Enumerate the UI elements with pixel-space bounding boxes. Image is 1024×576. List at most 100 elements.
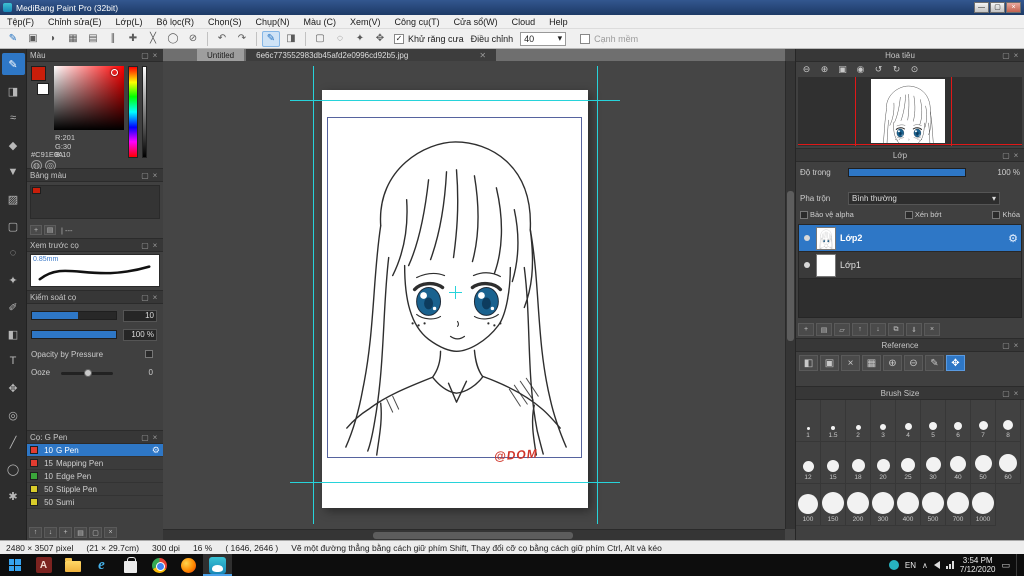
brush-row-1[interactable]: 15 Mapping Pen <box>27 457 163 470</box>
soft-edge-checkbox[interactable] <box>580 33 591 44</box>
palette-swatch[interactable] <box>32 187 41 194</box>
layer-add-icon[interactable]: + <box>798 323 814 336</box>
layer-folder-icon[interactable]: ▱ <box>834 323 850 336</box>
rotate-right-icon[interactable]: ↻ <box>888 63 905 75</box>
layer-option-checkbox[interactable] <box>800 210 808 219</box>
eyedropper-tool[interactable]: ◎ <box>2 404 25 426</box>
menu-item-7[interactable]: Xem(V) <box>343 15 388 28</box>
horizontal-scrollbar-thumb[interactable] <box>373 532 573 539</box>
snap-circle-icon[interactable]: ◯ <box>164 31 182 47</box>
zoom-out-icon[interactable]: ⊖ <box>798 63 815 75</box>
panel-close-icon[interactable]: × <box>150 241 160 250</box>
lasso-tool[interactable]: ◌ <box>2 242 25 264</box>
operation-tool[interactable]: ✥ <box>2 377 25 399</box>
ref-zoom-in-icon[interactable]: ⊕ <box>883 355 902 371</box>
menu-item-5[interactable]: Chụp(N) <box>249 15 297 28</box>
magic-wand-icon[interactable]: ✦ <box>351 31 369 47</box>
brush-size-cell[interactable]: 7 <box>971 400 996 442</box>
eraser-tool[interactable]: ◨ <box>2 80 25 102</box>
pen-mode-icon[interactable]: ✎ <box>4 31 22 47</box>
brush-size-cell[interactable]: 50 <box>971 442 996 484</box>
palette-menu-icon[interactable]: ▤ <box>44 225 56 235</box>
menu-item-1[interactable]: Chỉnh sửa(E) <box>41 15 109 28</box>
material-icon[interactable]: ▤ <box>84 31 102 47</box>
zoom-fit-icon[interactable]: ▣ <box>834 63 851 75</box>
divide-tool[interactable]: ╱ <box>2 431 25 453</box>
panel-close-icon[interactable]: × <box>150 51 160 60</box>
snap-vanish-icon[interactable]: ╳ <box>144 31 162 47</box>
hue-slider[interactable] <box>128 66 138 158</box>
titlebar[interactable]: MediBang Paint Pro (32bit) — ▢ × <box>0 0 1024 15</box>
brush-add-icon[interactable]: + <box>59 527 72 538</box>
fill-tool[interactable]: ◆ <box>2 134 25 156</box>
brush-size-cell[interactable]: 60 <box>996 442 1021 484</box>
panel-dock-icon[interactable]: ▢ <box>1001 51 1011 60</box>
brush-size-cell[interactable]: 25 <box>896 442 921 484</box>
action-center-icon[interactable]: ▭ <box>1001 560 1010 571</box>
brush-opacity-slider[interactable] <box>31 330 117 339</box>
value-slider[interactable] <box>142 66 147 158</box>
layer-down-icon[interactable]: ↓ <box>870 323 886 336</box>
maximize-button[interactable]: ▢ <box>990 2 1005 13</box>
horizontal-scrollbar[interactable] <box>163 529 785 540</box>
brush-size-cell[interactable]: 40 <box>946 442 971 484</box>
rotate-left-icon[interactable]: ↺ <box>870 63 887 75</box>
panel-dock-icon[interactable]: ▢ <box>1001 389 1011 398</box>
brush-row-4[interactable]: 50 Sumi <box>27 496 163 509</box>
brush-size-cell[interactable]: 6 <box>946 400 971 442</box>
menu-item-0[interactable]: Tệp(F) <box>0 15 41 28</box>
layer-duplicate-icon[interactable]: ⧉ <box>888 323 904 336</box>
brush-menu-icon[interactable]: ▤ <box>74 527 87 538</box>
text-tool[interactable]: T <box>2 350 25 372</box>
blend-mode-select[interactable]: Bình thường ▾ <box>848 192 1000 205</box>
brush-row-3[interactable]: 50 Stipple Pen <box>27 483 163 496</box>
taskbar-clock[interactable]: 3:54 PM 7/12/2020 <box>960 556 996 574</box>
color-picker-marker[interactable] <box>111 69 118 76</box>
tray-app-icon[interactable] <box>888 560 899 570</box>
layer-delete-icon[interactable]: × <box>924 323 940 336</box>
panel-dock-icon[interactable]: ▢ <box>140 171 150 180</box>
speech-bubble-icon[interactable]: ◗ <box>44 31 62 47</box>
select-rect-icon[interactable]: ▢ <box>311 31 329 47</box>
palette-grid[interactable] <box>30 185 160 219</box>
grid-icon[interactable]: ▦ <box>64 31 82 47</box>
bucket-tool[interactable]: ▼ <box>2 161 25 183</box>
snap-parallel-icon[interactable]: ∥ <box>104 31 122 47</box>
foreground-color-swatch[interactable] <box>31 66 46 81</box>
panel-close-icon[interactable]: × <box>1011 389 1021 398</box>
layer-visibility-icon[interactable] <box>804 235 810 241</box>
brush-size-slider[interactable] <box>31 311 117 320</box>
taskbar-store[interactable] <box>116 554 145 576</box>
menu-item-10[interactable]: Cloud <box>505 15 543 28</box>
menu-item-2[interactable]: Lớp(L) <box>109 15 150 28</box>
menu-item-11[interactable]: Help <box>542 15 575 28</box>
layer-menu-icon[interactable]: ▤ <box>816 323 832 336</box>
panel-close-icon[interactable]: × <box>1011 151 1021 160</box>
brush-size-cell[interactable]: 18 <box>846 442 871 484</box>
menu-item-3[interactable]: Bộ lọc(R) <box>149 15 201 28</box>
snap-cross-icon[interactable]: ✚ <box>124 31 142 47</box>
taskbar-app-a[interactable]: A <box>29 554 58 576</box>
brush-row-0[interactable]: 10 G Pen ⚙ <box>27 444 163 457</box>
magic-wand-tool[interactable]: ✦ <box>2 269 25 291</box>
adjust-dropdown-icon[interactable]: ▾ <box>558 33 563 44</box>
ooze-slider[interactable] <box>61 369 113 377</box>
brush-size-cell[interactable]: 15 <box>821 442 846 484</box>
brush-size-cell[interactable]: 100 <box>796 484 821 526</box>
gear-icon[interactable]: ⚙ <box>1008 232 1018 245</box>
panel-close-icon[interactable]: × <box>150 171 160 180</box>
hand-tool[interactable]: ✱ <box>2 485 25 507</box>
close-button[interactable]: × <box>1006 2 1021 13</box>
brush-row-2[interactable]: 10 Edge Pen <box>27 470 163 483</box>
zoom-in-icon[interactable]: ⊕ <box>816 63 833 75</box>
taskbar-medibang[interactable] <box>203 554 232 576</box>
layer-up-icon[interactable]: ↑ <box>852 323 868 336</box>
vertical-scrollbar[interactable] <box>785 61 795 529</box>
show-desktop-button[interactable] <box>1016 554 1021 576</box>
canvas-page[interactable]: @DOM <box>322 90 588 508</box>
select-lasso-icon[interactable]: ◌ <box>331 31 349 47</box>
brush-size-cell[interactable]: 30 <box>921 442 946 484</box>
panel-close-icon[interactable]: × <box>150 293 160 302</box>
palette-add-icon[interactable]: + <box>30 225 42 235</box>
antialias-checkbox[interactable]: ✓ <box>394 33 404 44</box>
